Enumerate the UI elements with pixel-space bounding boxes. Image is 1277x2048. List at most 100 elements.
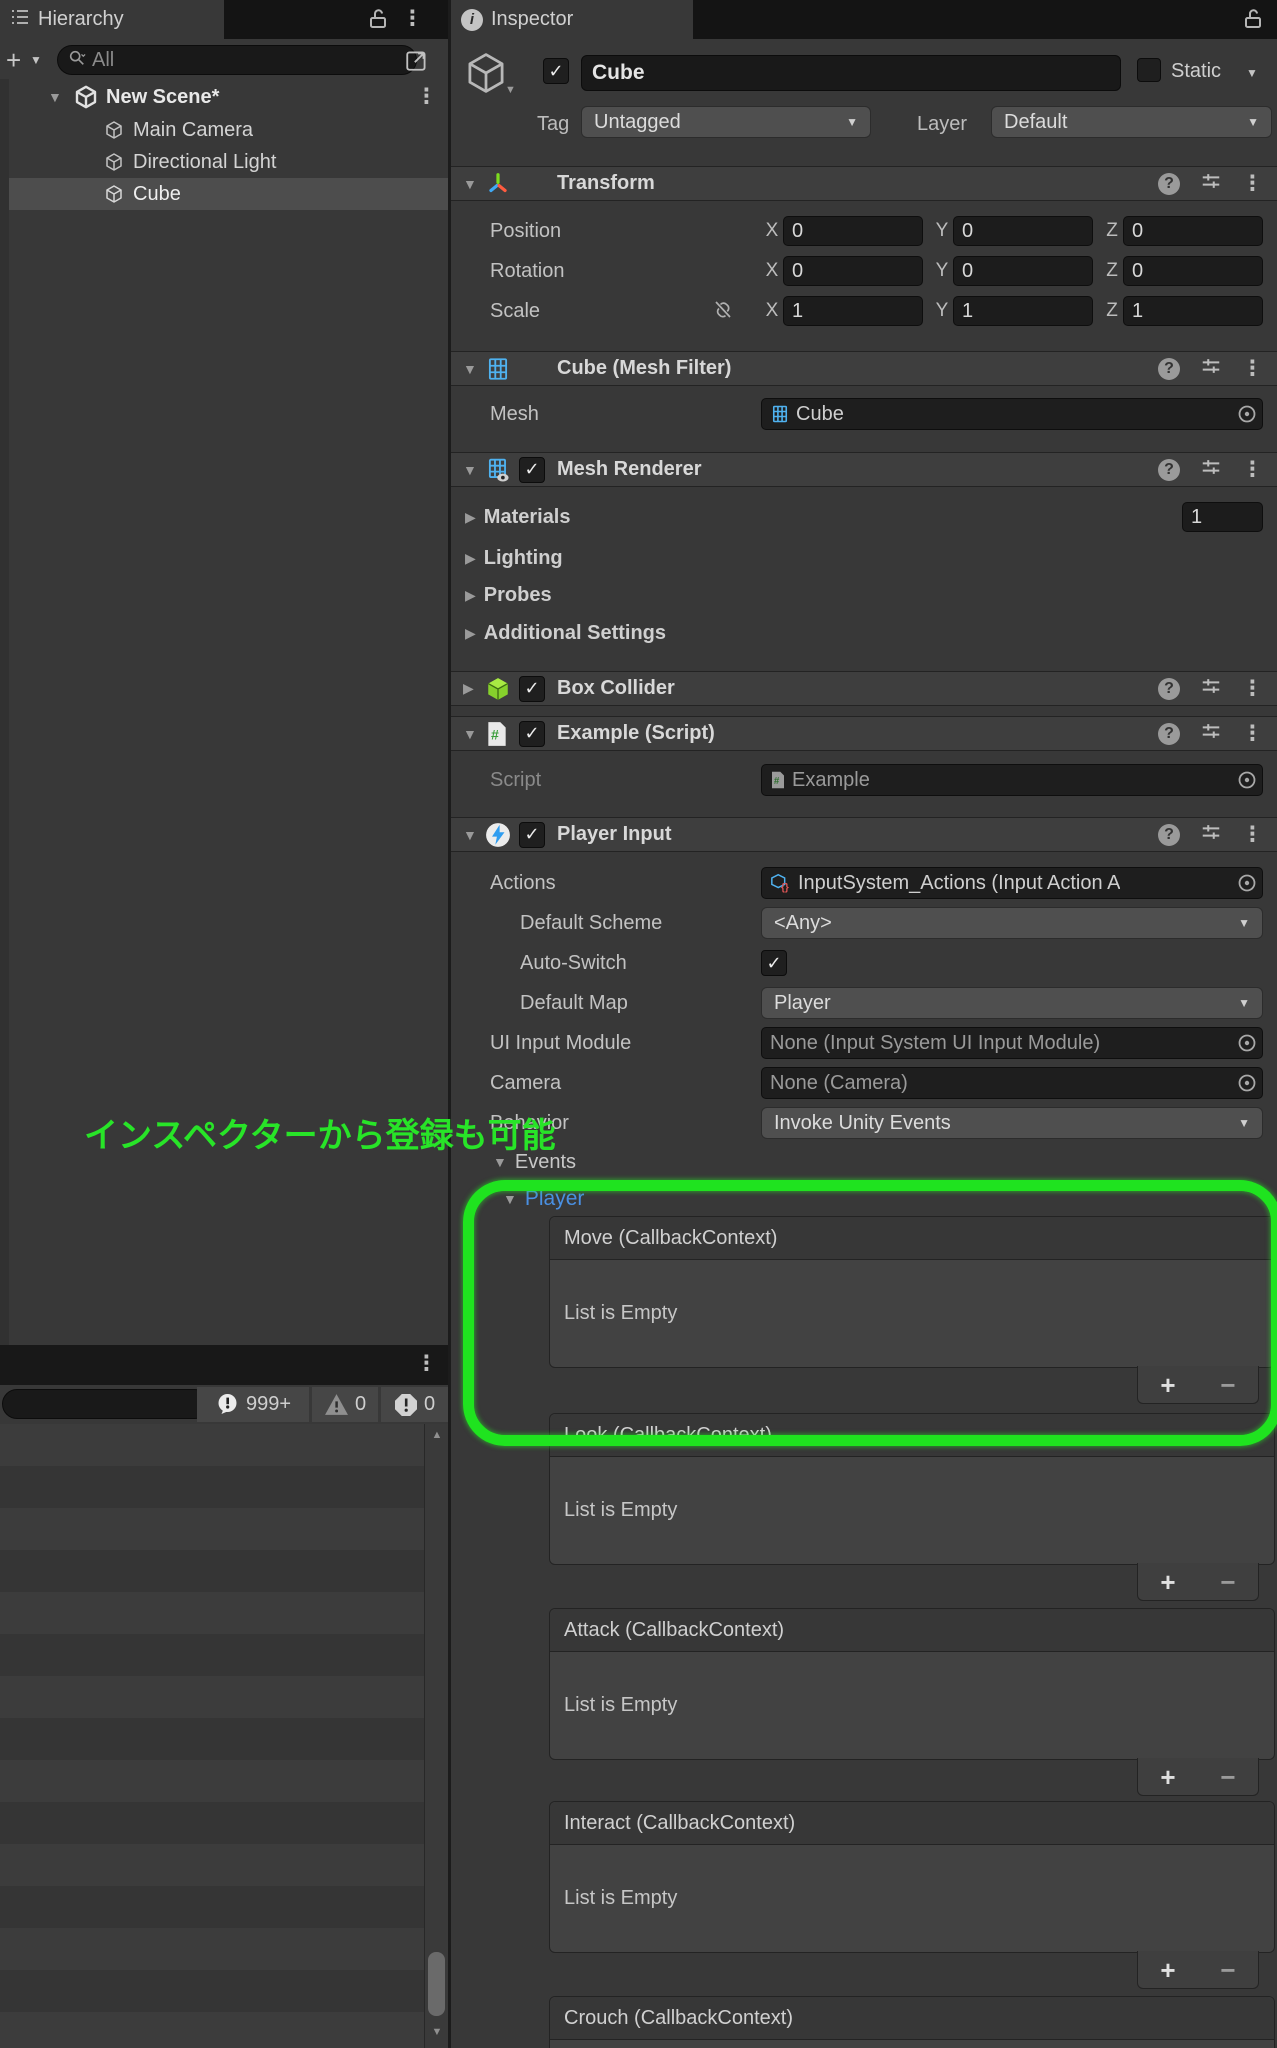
position-x-field[interactable]: 0 [783, 216, 923, 246]
object-picker-icon[interactable] [1236, 1032, 1258, 1054]
add-object-caret-icon[interactable]: ▼ [30, 53, 42, 67]
console-messages-badge[interactable]: 999+ [197, 1387, 309, 1422]
presets-icon[interactable] [1200, 821, 1222, 848]
remove-event-button[interactable]: − [1220, 1764, 1235, 1790]
scale-y-field[interactable]: 1 [953, 296, 1093, 326]
materials-foldout[interactable]: ▶ Materials 1 [451, 499, 1277, 535]
tab-inspector[interactable]: i Inspector [451, 0, 693, 39]
help-icon[interactable]: ? [1158, 722, 1180, 745]
presets-icon[interactable] [1200, 355, 1222, 382]
hierarchy-item-cube-selected[interactable]: Cube [9, 178, 448, 210]
console-search-input[interactable] [2, 1389, 210, 1419]
active-checkbox[interactable]: ✓ [543, 58, 569, 84]
player-input-checkbox[interactable]: ✓ [519, 821, 545, 848]
player-input-foldout-icon[interactable]: ▼ [463, 827, 485, 843]
transform-header[interactable]: ▼ Transform ? ⋮ [451, 166, 1277, 201]
scrollbar-thumb[interactable] [428, 1952, 445, 2016]
hierarchy-item-main-camera[interactable]: Main Camera [0, 114, 448, 146]
crouch-event-header[interactable]: Crouch (CallbackContext) [550, 1997, 1274, 2040]
default-scheme-dropdown[interactable]: <Any> ▼ [761, 907, 1263, 939]
behavior-dropdown[interactable]: Invoke Unity Events ▼ [761, 1107, 1263, 1139]
tab-hierarchy[interactable]: Hierarchy [0, 0, 224, 39]
add-event-button[interactable]: + [1160, 1957, 1175, 1983]
presets-icon[interactable] [1200, 170, 1222, 197]
add-event-button[interactable]: + [1160, 1764, 1175, 1790]
help-icon[interactable]: ? [1158, 357, 1180, 380]
hierarchy-item-directional-light[interactable]: Directional Light [0, 146, 448, 178]
scroll-up-icon[interactable]: ▲ [425, 1429, 449, 1441]
rotation-z-field[interactable]: 0 [1123, 256, 1263, 286]
player-input-header[interactable]: ▼ ✓ Player Input ? ⋮ [451, 817, 1277, 852]
object-picker-icon[interactable] [1236, 403, 1258, 425]
help-icon[interactable]: ? [1158, 172, 1180, 195]
static-checkbox[interactable] [1137, 58, 1161, 82]
ui-input-module-object-field[interactable]: None (Input System UI Input Module) [761, 1027, 1263, 1059]
console-kebab-icon[interactable]: ⋮ [416, 1353, 437, 1374]
example-script-foldout-icon[interactable]: ▼ [463, 726, 485, 742]
hierarchy-search-input[interactable]: All [57, 45, 417, 75]
scene-kebab-icon[interactable]: ⋮ [416, 86, 437, 107]
transform-foldout-icon[interactable]: ▼ [463, 176, 485, 192]
layer-dropdown[interactable]: Default ▼ [991, 106, 1272, 138]
console-errors-badge[interactable]: 0 [381, 1387, 448, 1422]
console-scrollbar[interactable]: ▲ ▼ [424, 1424, 449, 2048]
component-kebab-icon[interactable]: ⋮ [1242, 678, 1263, 699]
presets-icon[interactable] [1200, 675, 1222, 702]
auto-switch-checkbox[interactable]: ✓ [761, 950, 787, 976]
mesh-filter-foldout-icon[interactable]: ▼ [463, 361, 485, 377]
object-picker-icon[interactable] [1236, 872, 1258, 894]
example-script-checkbox[interactable]: ✓ [519, 720, 545, 747]
add-event-button[interactable]: + [1160, 1569, 1175, 1595]
scene-row[interactable]: ▼ New Scene* ⋮ [0, 82, 448, 112]
probes-foldout[interactable]: ▶ Probes [451, 577, 1277, 613]
pick-object-icon[interactable] [404, 47, 430, 78]
mesh-renderer-foldout-icon[interactable]: ▼ [463, 462, 485, 478]
gameobject-name-field[interactable]: Cube [581, 55, 1121, 91]
mesh-renderer-header[interactable]: ▼ ✓ Mesh Renderer ? ⋮ [451, 452, 1277, 487]
rotation-x-field[interactable]: 0 [783, 256, 923, 286]
additional-settings-foldout[interactable]: ▶ Additional Settings [451, 615, 1277, 651]
component-kebab-icon[interactable]: ⋮ [1242, 723, 1263, 744]
add-object-button[interactable]: + [6, 45, 21, 76]
component-kebab-icon[interactable]: ⋮ [1242, 824, 1263, 845]
remove-event-button[interactable]: − [1220, 1569, 1235, 1595]
help-icon[interactable]: ? [1158, 677, 1180, 700]
attack-event-header[interactable]: Attack (CallbackContext) [550, 1609, 1274, 1652]
console-warnings-badge[interactable]: 0 [312, 1387, 378, 1422]
object-picker-icon[interactable] [1236, 769, 1258, 791]
actions-object-field[interactable]: {} InputSystem_Actions (Input Action A [761, 867, 1263, 899]
static-caret-icon[interactable]: ▼ [1246, 66, 1258, 80]
box-collider-foldout-icon[interactable]: ▶ [463, 680, 485, 697]
mesh-object-field[interactable]: Cube [761, 398, 1263, 430]
mesh-filter-header[interactable]: ▼ Cube (Mesh Filter) ? ⋮ [451, 351, 1277, 386]
box-collider-checkbox[interactable]: ✓ [519, 675, 545, 702]
scale-z-field[interactable]: 1 [1123, 296, 1263, 326]
mesh-renderer-checkbox[interactable]: ✓ [519, 456, 545, 483]
rotation-y-field[interactable]: 0 [953, 256, 1093, 286]
default-map-dropdown[interactable]: Player ▼ [761, 987, 1263, 1019]
scene-foldout-icon[interactable]: ▼ [48, 89, 62, 105]
component-kebab-icon[interactable]: ⋮ [1242, 358, 1263, 379]
object-picker-icon[interactable] [1236, 1072, 1258, 1094]
link-broken-icon[interactable] [711, 298, 735, 328]
scroll-down-icon[interactable]: ▼ [425, 2026, 449, 2038]
camera-object-field[interactable]: None (Camera) [761, 1067, 1263, 1099]
help-icon[interactable]: ? [1158, 823, 1180, 846]
script-object-field[interactable]: # Example [761, 764, 1263, 796]
presets-icon[interactable] [1200, 456, 1222, 483]
gameobject-icon[interactable]: ▼ [463, 50, 516, 101]
component-kebab-icon[interactable]: ⋮ [1242, 459, 1263, 480]
presets-icon[interactable] [1200, 720, 1222, 747]
box-collider-header[interactable]: ▶ ✓ Box Collider ? ⋮ [451, 671, 1277, 706]
tag-dropdown[interactable]: Untagged ▼ [581, 106, 871, 138]
scale-x-field[interactable]: 1 [783, 296, 923, 326]
hierarchy-lock-icon[interactable] [368, 8, 388, 35]
help-icon[interactable]: ? [1158, 458, 1180, 481]
position-y-field[interactable]: 0 [953, 216, 1093, 246]
console-log-list[interactable] [0, 1424, 424, 2048]
component-kebab-icon[interactable]: ⋮ [1242, 173, 1263, 194]
inspector-lock-icon[interactable] [1243, 8, 1263, 35]
position-z-field[interactable]: 0 [1123, 216, 1263, 246]
interact-event-header[interactable]: Interact (CallbackContext) [550, 1802, 1274, 1845]
lighting-foldout[interactable]: ▶ Lighting [451, 540, 1277, 576]
